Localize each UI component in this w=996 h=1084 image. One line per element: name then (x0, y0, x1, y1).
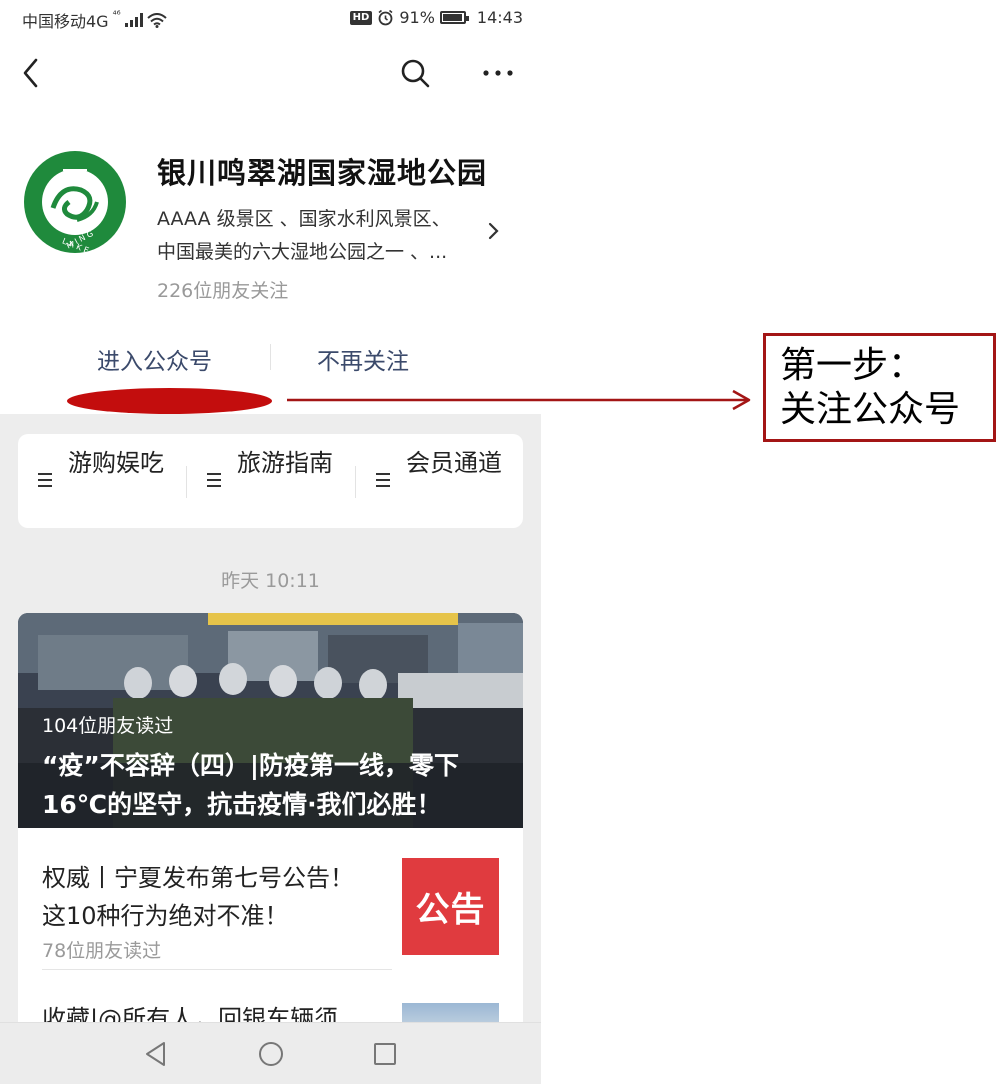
account-actions: 进入公众号 不再关注 (0, 332, 541, 382)
phone-screen: 中国移动4G ⁴⁶ HD 91% 14:43 M I N G L A K E 银… (0, 0, 541, 1084)
recent-apps-icon[interactable] (372, 1041, 398, 1067)
followers-count: 226位朋友关注 (157, 280, 289, 302)
account-desc-line2[interactable]: 中国最美的六大湿地公园之一 、... (157, 237, 447, 264)
menu-item-label: 会员通道 (406, 449, 502, 477)
nav-bar (0, 48, 541, 98)
menu-lines-icon (38, 473, 52, 487)
account-menu: 游购娱吃 旅游指南 会员通道 (18, 434, 523, 528)
sub-article-title-line1: 权威丨宁夏发布第七号公告！ (42, 864, 354, 892)
chevron-right-icon[interactable] (484, 220, 504, 242)
carrier-label: 中国移动4G (22, 12, 109, 31)
signal-bars-icon (124, 13, 143, 27)
account-desc-line1[interactable]: AAAA 级景区 、国家水利风景区、 (157, 204, 451, 231)
chevron-left-icon[interactable] (16, 56, 46, 90)
battery-icon (439, 11, 469, 24)
sub-article[interactable]: 权威丨宁夏发布第七号公告！ 这10种行为绝对不准！ 78位朋友读过 公告 (18, 828, 523, 968)
annotation-arrow (287, 389, 751, 411)
signal-icon: ⁴⁶ (112, 9, 121, 21)
sub-article-reads: 78位朋友读过 (42, 940, 162, 962)
menu-item-guide[interactable]: 旅游指南 (207, 446, 337, 516)
menu-lines-icon (207, 473, 221, 487)
alarm-icon (378, 9, 393, 26)
status-right: HD 91% 14:43 (349, 8, 523, 27)
article-divider (42, 969, 392, 970)
main-article-reads: 104位朋友读过 (42, 715, 174, 737)
clock: 14:43 (476, 8, 523, 27)
hd-badge: HD (349, 10, 373, 25)
back-triangle-icon[interactable] (142, 1039, 170, 1069)
menu-item-member[interactable]: 会员通道 (376, 446, 506, 516)
menu-item-label: 旅游指南 (237, 449, 333, 477)
home-circle-icon[interactable] (257, 1040, 285, 1068)
unfollow-button[interactable]: 不再关注 (317, 342, 409, 376)
menu-divider (355, 466, 356, 498)
menu-lines-icon (376, 473, 390, 487)
main-article[interactable]: 104位朋友读过 “疫”不容辞（四）|防疫第一线，零下 16℃的坚守，抗击疫情·… (18, 613, 523, 828)
annotation-box: 第一步： 关注公众号 (763, 333, 996, 442)
thumbnail-text: 公告 (415, 890, 486, 930)
more-dots-icon[interactable] (480, 58, 516, 88)
search-icon[interactable] (398, 56, 432, 90)
enter-account-button[interactable]: 进入公众号 (97, 342, 212, 376)
menu-item-shopping[interactable]: 游购娱吃 (38, 446, 168, 516)
message-feed: 游购娱吃 旅游指南 会员通道 昨天 10:11 104位朋友读过 “疫”不容辞（… (0, 414, 541, 1084)
account-name: 银川鸣翠湖国家湿地公园 (157, 156, 488, 190)
status-left: 中国移动4G ⁴⁶ (22, 8, 167, 32)
annotation-step: 第一步： (780, 345, 925, 386)
annotation-text: 关注公众号 (780, 389, 961, 430)
menu-item-label: 游购娱吃 (68, 449, 164, 477)
account-logo: M I N G L A K E (24, 151, 126, 254)
status-bar: 中国移动4G ⁴⁶ HD 91% 14:43 (0, 0, 541, 36)
main-article-title-line1: “疫”不容辞（四）|防疫第一线，零下 (42, 751, 459, 780)
menu-divider (186, 466, 187, 498)
highlight-mark (67, 388, 272, 414)
wifi-icon (146, 12, 167, 28)
main-article-title-line2: 16℃的坚守，抗击疫情·我们必胜！ (42, 790, 442, 819)
battery-percent: 91% (399, 8, 435, 27)
sub-article-thumbnail: 公告 (402, 858, 499, 955)
system-nav-bar (0, 1022, 541, 1084)
account-profile: M I N G L A K E 银川鸣翠湖国家湿地公园 AAAA 级景区 、国家… (0, 140, 541, 310)
message-timestamp: 昨天 10:11 (221, 570, 320, 592)
article-card: 104位朋友读过 “疫”不容辞（四）|防疫第一线，零下 16℃的坚守，抗击疫情·… (18, 613, 523, 1053)
sub-article-title-line2: 这10种行为绝对不准！ (42, 902, 289, 930)
action-divider (270, 344, 271, 370)
